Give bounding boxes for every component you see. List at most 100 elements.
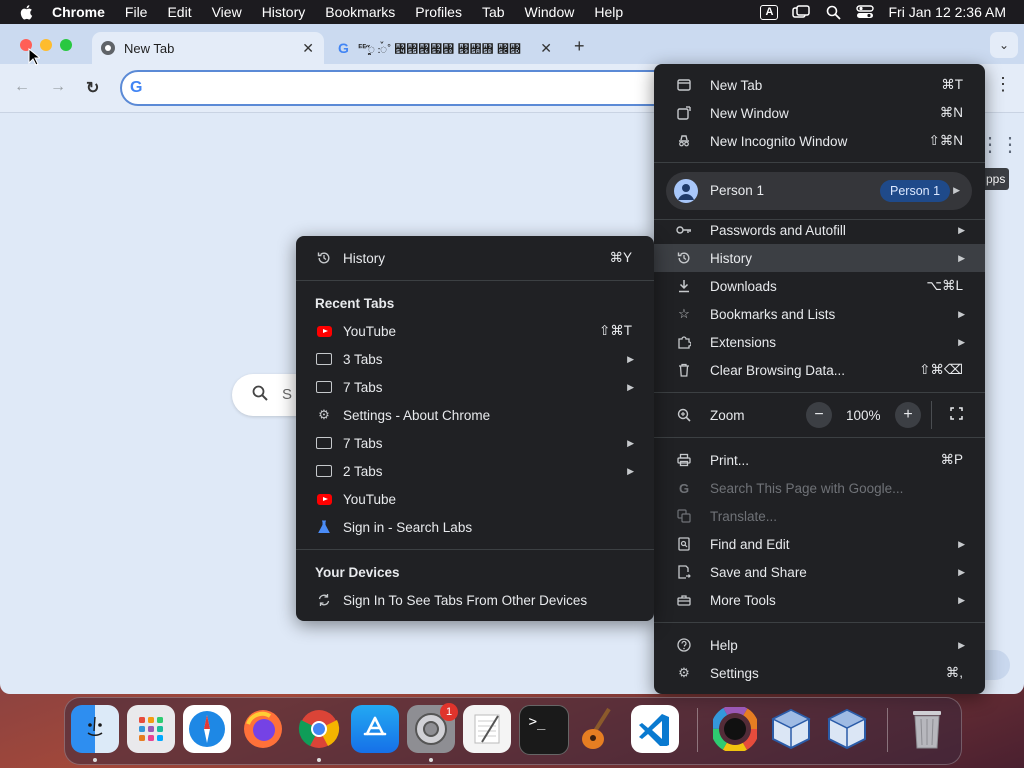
input-source-icon[interactable]: A bbox=[760, 4, 779, 20]
menubar-file[interactable]: File bbox=[115, 4, 158, 20]
history-icon bbox=[676, 250, 692, 266]
chevron-right-icon: ▶ bbox=[627, 353, 634, 364]
chrome-menu-button[interactable]: ⋮ bbox=[992, 74, 1014, 98]
firefox-icon[interactable] bbox=[239, 705, 287, 753]
apple-logo-icon[interactable] bbox=[18, 3, 36, 21]
fullscreen-icon[interactable] bbox=[950, 407, 963, 423]
key-icon bbox=[676, 222, 692, 238]
chevron-right-icon: ▶ bbox=[958, 566, 965, 577]
menu-translate[interactable]: Translate... bbox=[654, 502, 985, 530]
garageband-icon[interactable] bbox=[575, 705, 623, 753]
control-center-windows-icon[interactable] bbox=[792, 5, 811, 20]
menu-item-label: YouTube bbox=[343, 491, 397, 507]
app-store-icon[interactable] bbox=[351, 705, 399, 753]
forward-button[interactable]: → bbox=[50, 78, 66, 96]
zoom-window-button[interactable] bbox=[60, 39, 72, 51]
tab-search-button[interactable]: ⌄ bbox=[990, 32, 1018, 58]
menubar-help[interactable]: Help bbox=[584, 4, 633, 20]
recent-tab-item[interactable]: Sign in - Search Labs bbox=[296, 513, 654, 541]
safari-icon[interactable] bbox=[183, 705, 231, 753]
menubar-profiles[interactable]: Profiles bbox=[405, 4, 472, 20]
menubar-edit[interactable]: Edit bbox=[157, 4, 201, 20]
menubar-clock[interactable]: Fri Jan 12 2:36 AM bbox=[888, 4, 1006, 20]
recent-tab-item[interactable]: 2 Tabs ▶ bbox=[296, 457, 654, 485]
zoom-divider bbox=[931, 401, 932, 429]
tab-google[interactable]: G ꥹꥍꥌꥏꥐ ꥑꥒ꥓ ꥔꥕꥖꥗꥘ ꥙꥚꥛ ꥜꥝ ✕ bbox=[330, 32, 562, 64]
menu-new-tab[interactable]: New Tab ⌘T bbox=[654, 71, 985, 99]
menu-divider bbox=[296, 549, 654, 550]
tab-new-tab[interactable]: New Tab ✕ bbox=[92, 32, 324, 64]
menu-help[interactable]: Help ▶ bbox=[654, 631, 985, 659]
back-button[interactable]: ← bbox=[14, 78, 30, 96]
menubar-history[interactable]: History bbox=[252, 4, 316, 20]
history-item-all[interactable]: History ⌘Y bbox=[296, 244, 654, 272]
google-apps-icon[interactable]: ⋮⋮⋮ bbox=[980, 132, 1024, 157]
tab-title: New Tab bbox=[124, 40, 175, 56]
profile-row[interactable]: Person 1 Person 1 ▶ bbox=[666, 172, 972, 210]
menu-passwords-autofill[interactable]: Passwords and Autofill ▶ bbox=[654, 216, 985, 244]
recent-tab-item[interactable]: YouTube ⇧⌘T bbox=[296, 317, 654, 345]
menubar-tab[interactable]: Tab bbox=[472, 4, 515, 20]
translate-icon bbox=[676, 508, 692, 524]
recent-tab-item[interactable]: 3 Tabs ▶ bbox=[296, 345, 654, 373]
address-bar[interactable]: G bbox=[120, 70, 684, 106]
recent-tab-item[interactable]: 7 Tabs ▶ bbox=[296, 373, 654, 401]
incognito-icon bbox=[676, 133, 692, 149]
your-devices-header: Your Devices bbox=[315, 565, 400, 580]
zoom-out-button[interactable]: − bbox=[806, 402, 832, 428]
recent-tab-item[interactable]: 7 Tabs ▶ bbox=[296, 429, 654, 457]
color-wheel-icon[interactable] bbox=[711, 705, 759, 753]
star-icon: ☆ bbox=[678, 306, 690, 321]
menu-new-incognito-window[interactable]: New Incognito Window ⇧⌘N bbox=[654, 127, 985, 155]
textedit-icon[interactable] bbox=[463, 705, 511, 753]
menu-shortcut: ⇧⌘N bbox=[928, 133, 963, 148]
minimize-window-button[interactable] bbox=[40, 39, 52, 51]
virtualbox-icon[interactable] bbox=[767, 705, 815, 753]
menubar-window[interactable]: Window bbox=[515, 4, 585, 20]
save-share-icon bbox=[676, 564, 692, 580]
menu-save-share[interactable]: Save and Share ▶ bbox=[654, 558, 985, 586]
tab-close-icon[interactable]: ✕ bbox=[302, 40, 314, 57]
finder-icon[interactable] bbox=[71, 705, 119, 753]
puzzle-icon bbox=[676, 334, 692, 350]
menu-item-label: Downloads bbox=[710, 278, 777, 294]
tab-close-icon[interactable]: ✕ bbox=[540, 40, 552, 57]
history-submenu: History ⌘Y Recent Tabs YouTube ⇧⌘T 3 Tab… bbox=[296, 236, 654, 621]
avatar bbox=[674, 179, 698, 203]
trash-icon[interactable] bbox=[903, 705, 951, 753]
menu-history[interactable]: History ▶ bbox=[654, 244, 985, 272]
recent-tab-item[interactable]: YouTube bbox=[296, 485, 654, 513]
recent-tab-item[interactable]: ⚙ Settings - About Chrome bbox=[296, 401, 654, 429]
terminal-icon[interactable]: >_ bbox=[519, 705, 569, 755]
menu-extensions[interactable]: Extensions ▶ bbox=[654, 328, 985, 356]
menu-item-label: New Tab bbox=[710, 77, 763, 93]
zoom-in-button[interactable]: + bbox=[895, 402, 921, 428]
menubar-view[interactable]: View bbox=[202, 4, 252, 20]
menu-find-edit[interactable]: Find and Edit ▶ bbox=[654, 530, 985, 558]
google-icon: G bbox=[678, 480, 690, 496]
menu-print[interactable]: Print... ⌘P bbox=[654, 446, 985, 474]
reload-button[interactable]: ↻ bbox=[86, 78, 99, 98]
menu-downloads[interactable]: Downloads ⌥⌘L bbox=[654, 272, 985, 300]
menu-item-label: Clear Browsing Data... bbox=[710, 362, 846, 378]
sign-in-devices-item[interactable]: Sign In To See Tabs From Other Devices bbox=[296, 586, 654, 614]
menu-clear-browsing-data[interactable]: Clear Browsing Data... ⇧⌘⌫ bbox=[654, 356, 985, 384]
menubar-app-name[interactable]: Chrome bbox=[42, 4, 115, 20]
spotlight-search-icon[interactable] bbox=[824, 5, 842, 20]
launchpad-icon[interactable] bbox=[127, 705, 175, 753]
zoom-label: Zoom bbox=[710, 407, 745, 423]
menu-new-window[interactable]: New Window ⌘N bbox=[654, 99, 985, 127]
search-placeholder: S bbox=[282, 386, 293, 403]
menu-settings[interactable]: ⚙ Settings ⌘, bbox=[654, 659, 985, 687]
flask-icon bbox=[316, 519, 332, 535]
vscode-icon[interactable] bbox=[631, 705, 679, 753]
new-tab-button[interactable]: + bbox=[574, 36, 585, 57]
chrome-icon[interactable] bbox=[295, 705, 343, 753]
menu-more-tools[interactable]: More Tools ▶ bbox=[654, 586, 985, 614]
menu-search-page-google[interactable]: G Search This Page with Google... bbox=[654, 474, 985, 502]
control-center-icon[interactable] bbox=[856, 5, 875, 20]
menu-divider bbox=[654, 392, 985, 393]
menubar-bookmarks[interactable]: Bookmarks bbox=[315, 4, 405, 20]
menu-bookmarks-lists[interactable]: ☆ Bookmarks and Lists ▶ bbox=[654, 300, 985, 328]
virtualbox-vm-icon[interactable] bbox=[823, 705, 871, 753]
